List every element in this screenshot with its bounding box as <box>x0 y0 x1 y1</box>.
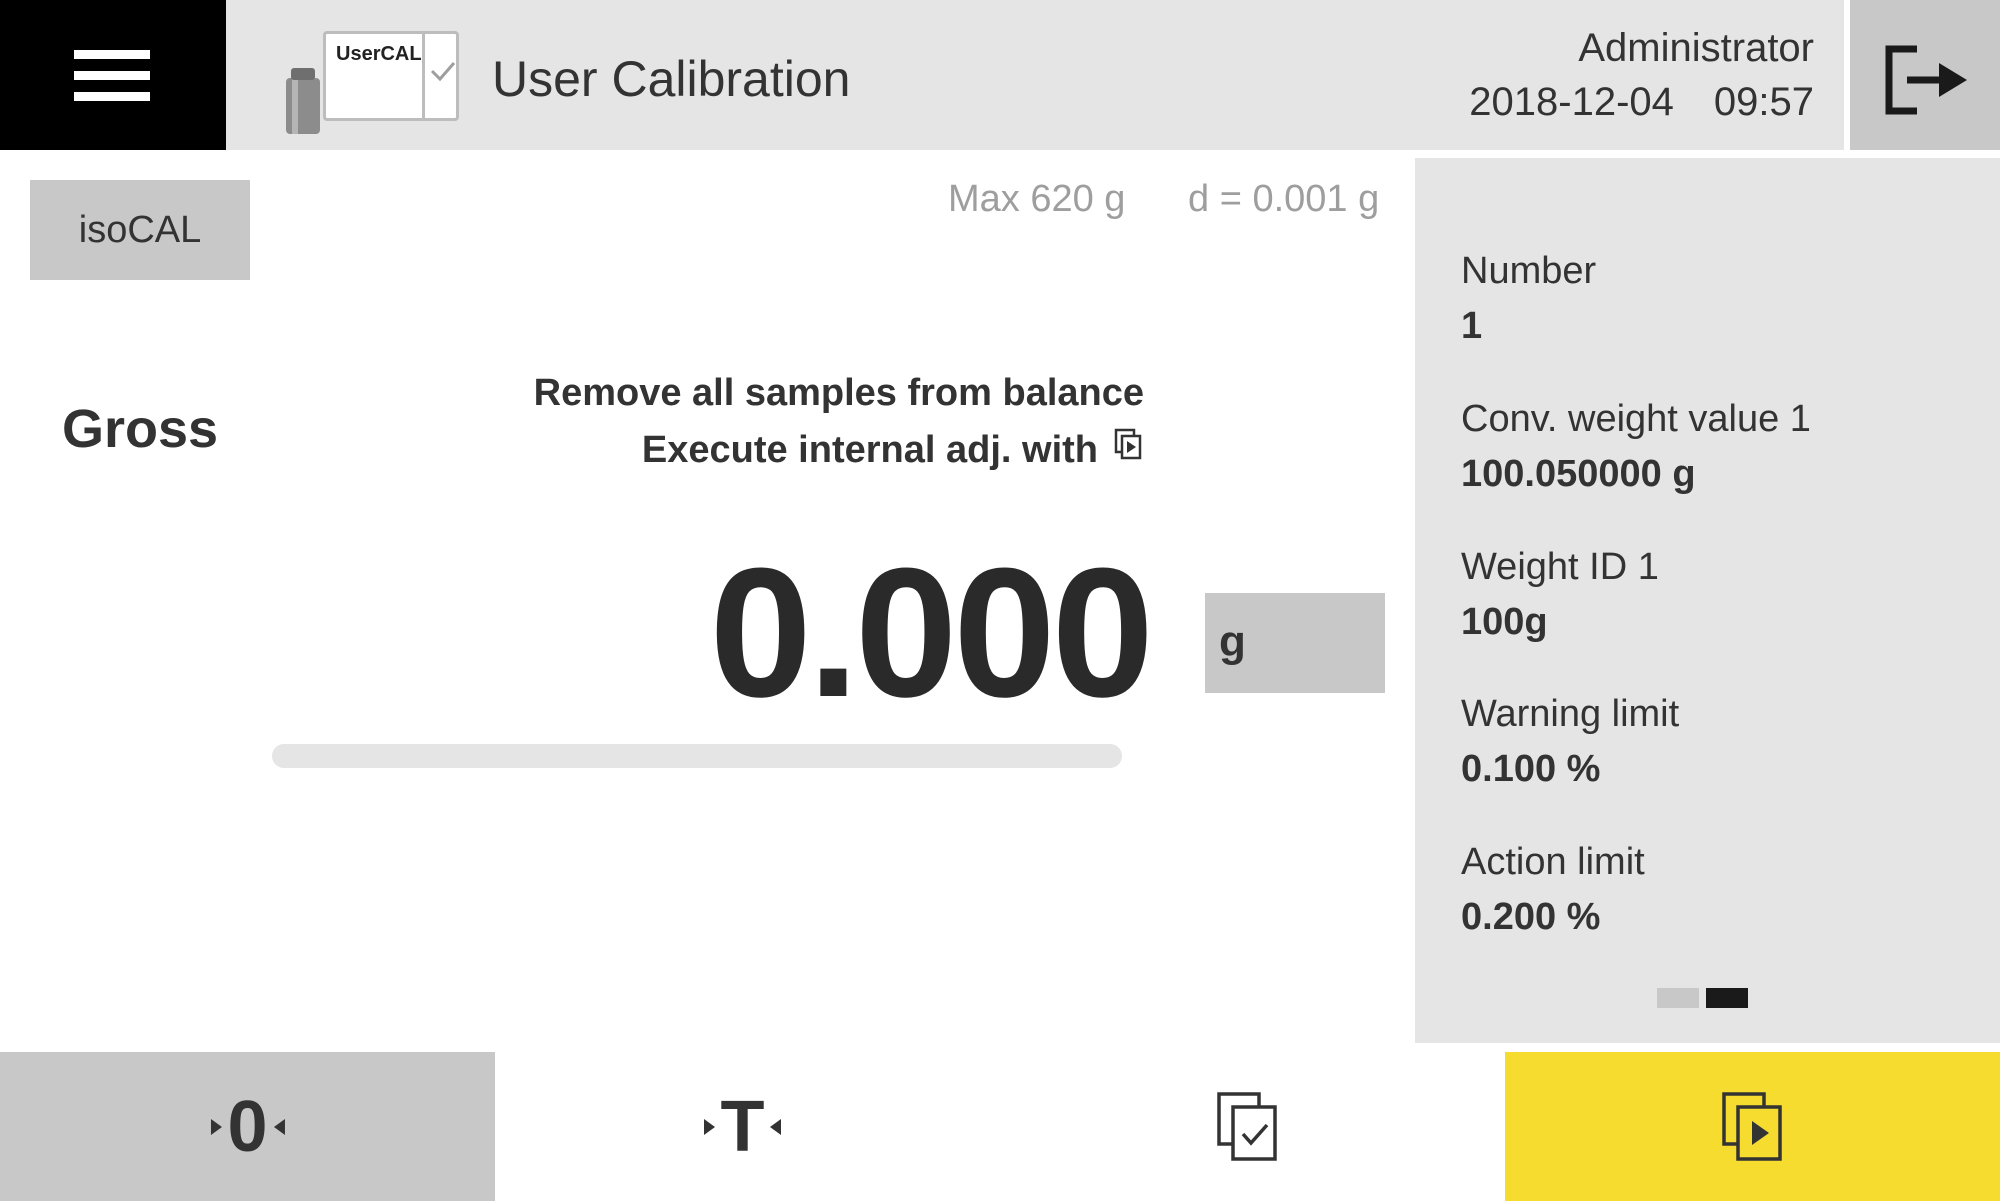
info-label: Conv. weight value 1 <box>1461 398 1811 440</box>
usercal-weight-icon: UserCAL <box>278 28 470 138</box>
app-icon-label: UserCAL <box>336 43 422 65</box>
readability-label: d = 0.001 g <box>1188 178 1380 220</box>
weight-display: 0.000 <box>709 529 1154 735</box>
tare-button[interactable]: T <box>495 1052 990 1201</box>
info-item-action-limit: Action limit 0.200 % <box>1461 841 1645 939</box>
logout-button[interactable] <box>1850 0 2000 150</box>
page-title: User Calibration <box>492 51 851 107</box>
unit-label: g <box>1219 617 1246 666</box>
tare-label: T <box>720 1086 765 1167</box>
weight-mode-label: Gross <box>62 399 219 459</box>
info-value: 100g <box>1461 601 1548 643</box>
info-value: 0.100 % <box>1461 748 1601 790</box>
tare-icon: T <box>703 1086 782 1168</box>
zero-label: 0 <box>227 1086 268 1167</box>
info-label: Warning limit <box>1461 693 1680 735</box>
info-label: Action limit <box>1461 841 1645 883</box>
datetime: 2018-12-04 09:57 <box>1469 80 1814 125</box>
time-label: 09:57 <box>1713 80 1814 124</box>
instruction-line-1: Remove all samples from balance <box>533 372 1144 414</box>
page-indicator-1[interactable] <box>1657 988 1699 1008</box>
logout-icon <box>1885 45 1967 115</box>
info-value: 1 <box>1461 305 1483 347</box>
info-item-number: Number 1 <box>1461 250 1596 348</box>
isocal-button[interactable]: isoCAL <box>30 180 250 280</box>
info-value: 100.050000 g <box>1461 453 1696 495</box>
info-item-warning-limit: Warning limit 0.100 % <box>1461 693 1679 791</box>
instruction-line-2-text: Execute internal adj. with <box>641 428 1098 471</box>
check-document-icon <box>1216 1091 1280 1163</box>
date-label: 2018-12-04 <box>1469 80 1674 124</box>
max-capacity-label: Max 620 g <box>948 178 1126 220</box>
verify-button[interactable] <box>1000 1052 1495 1201</box>
zero-button[interactable]: 0 <box>0 1052 495 1201</box>
page-indicator-2[interactable] <box>1706 988 1748 1008</box>
info-item-conv-weight: Conv. weight value 1 100.050000 g <box>1461 398 1811 496</box>
start-task-icon <box>1721 1091 1785 1163</box>
weighing-progress-bar <box>272 744 1122 768</box>
info-item-weight-id: Weight ID 1 100g <box>1461 546 1659 644</box>
header-bar: UserCAL User Calibration Administrator 2… <box>226 0 1844 150</box>
user-name: Administrator <box>1578 26 1814 70</box>
menu-button[interactable] <box>0 0 226 150</box>
zero-icon: 0 <box>210 1086 285 1168</box>
info-label: Number <box>1461 250 1597 292</box>
info-label: Weight ID 1 <box>1461 546 1659 588</box>
unit-button[interactable]: g <box>1205 593 1385 693</box>
instruction-line-2: Execute internal adj. with <box>642 428 1144 472</box>
start-task-icon <box>1114 428 1144 472</box>
start-button[interactable] <box>1505 1052 2000 1201</box>
side-info-panel: Number 1 Conv. weight value 1 100.050000… <box>1415 158 2000 1043</box>
info-value: 0.200 % <box>1461 896 1601 938</box>
